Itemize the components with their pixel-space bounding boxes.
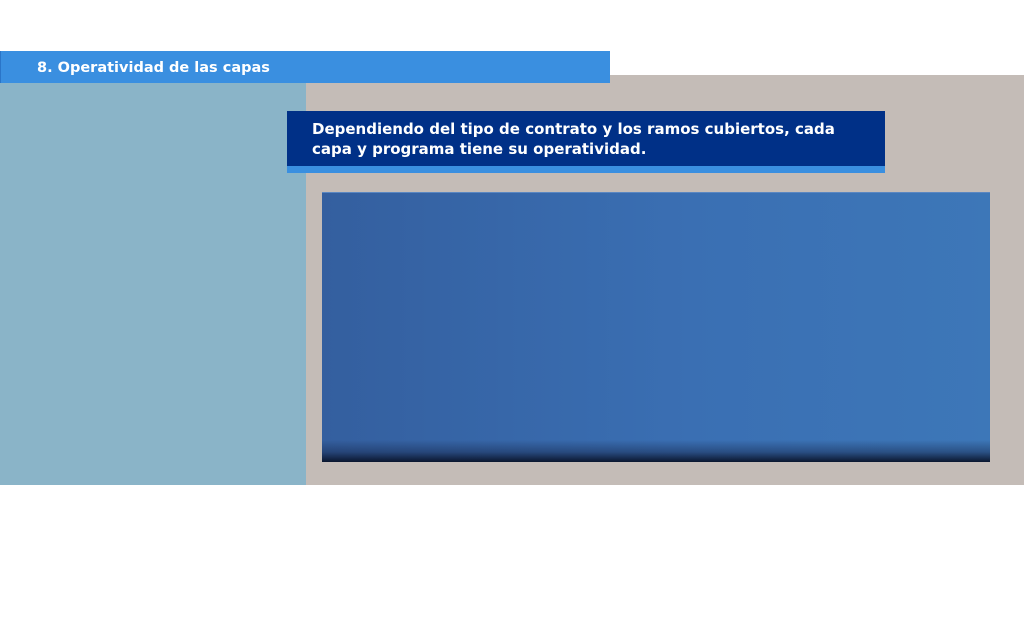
content-panel	[322, 192, 990, 462]
slide: 8. Operatividad de las capas Dependiendo…	[0, 0, 1024, 620]
section-title: 8. Operatividad de las capas	[37, 60, 270, 76]
intro-text: Dependiendo del tipo de contrato y los r…	[312, 120, 835, 158]
left-panel	[0, 75, 306, 485]
content-panel-shadow	[322, 440, 990, 462]
intro-underline	[287, 166, 885, 173]
intro-box: Dependiendo del tipo de contrato y los r…	[287, 111, 885, 167]
section-title-bar: 8. Operatividad de las capas	[0, 51, 610, 83]
